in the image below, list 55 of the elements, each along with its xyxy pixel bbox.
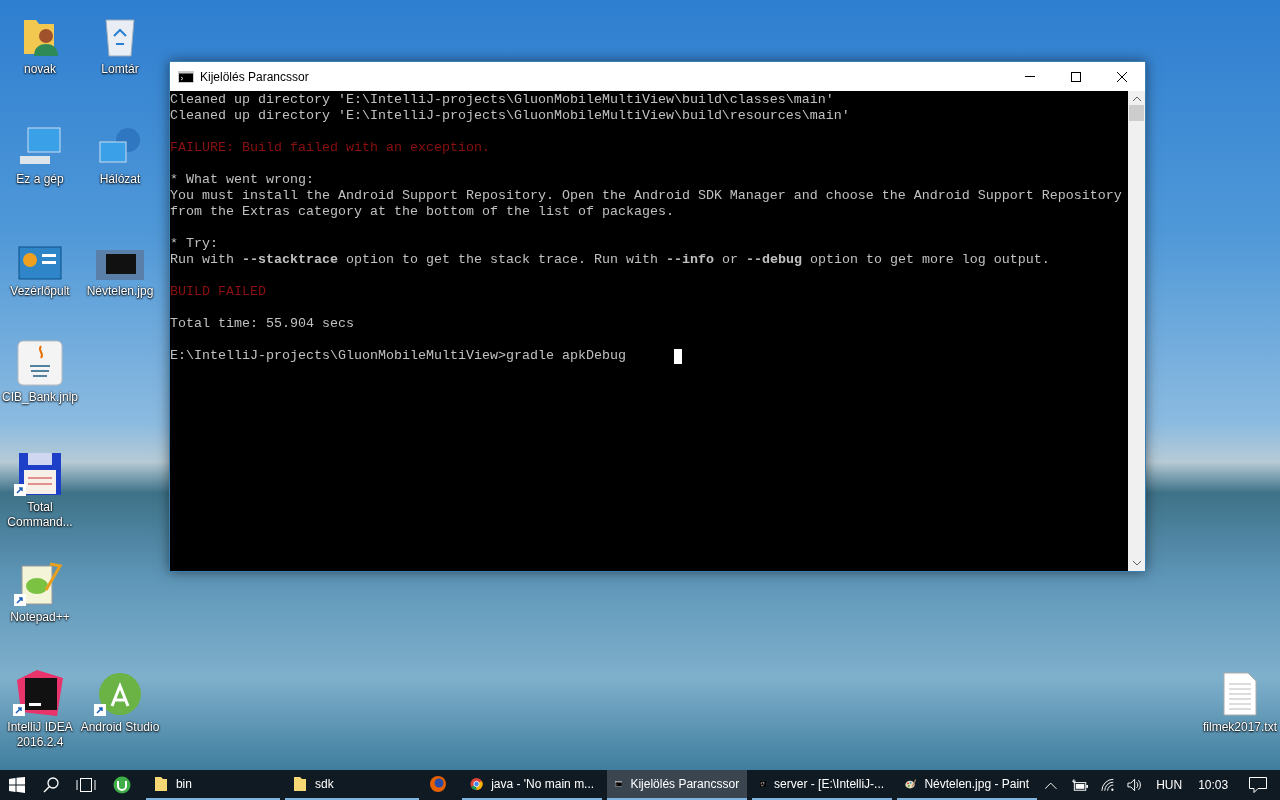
- console-line: Cleaned up directory 'E:\IntelliJ-projects\GluonMobileMultiView\build\classes\main': [170, 92, 834, 108]
- folder-icon: [293, 776, 307, 792]
- clock[interactable]: 10:03: [1198, 776, 1229, 794]
- console-icon: [615, 778, 623, 790]
- console-icon: [178, 70, 194, 83]
- minimize-icon: [1025, 76, 1035, 77]
- window-title: Kijelölés Parancssor: [200, 68, 309, 86]
- shortcut-arrow-icon: [14, 484, 26, 496]
- shortcut-arrow-icon: [13, 704, 25, 716]
- taskbar-button[interactable]: Névtelen.jpg - Paint: [897, 770, 1038, 800]
- console-line: Run with --stacktrace option to get the stack trace. Run with --info or --debug option to get more log output.: [170, 252, 1050, 268]
- taskbar-button[interactable]: bin: [145, 770, 280, 800]
- console-line: * Try:: [170, 236, 218, 252]
- console-line: from the Extras category at the bottom of the list of packages.: [170, 204, 674, 220]
- desktop-icon-label[interactable]: CIB_Bank.jnlp: [0, 390, 82, 405]
- language-indicator[interactable]: HUN: [1156, 776, 1183, 794]
- maximize-icon: [1071, 71, 1081, 82]
- scrollbar-thumb[interactable]: [1129, 105, 1144, 121]
- chevron-up-icon[interactable]: [1045, 781, 1057, 789]
- firefox-icon: [429, 775, 448, 793]
- taskbar-button[interactable]: java - 'No main m...: [462, 770, 603, 800]
- folder-icon: [153, 776, 168, 792]
- text-cursor: [673, 348, 682, 364]
- taskbar-button[interactable]: Kijelölés Parancssor: [607, 770, 748, 800]
- desktop-icon-label[interactable]: Notepad++: [0, 610, 82, 625]
- console-line: Total time: 55.904 secs: [170, 316, 354, 332]
- battery-icon[interactable]: [1070, 779, 1088, 791]
- command-prompt-line[interactable]: E:\IntelliJ-projects\GluonMobileMultiView>gradle apkDebug: [170, 348, 626, 364]
- console-line: * What went wrong:: [170, 172, 314, 188]
- image-thumbnail-icon: [96, 250, 144, 280]
- console-line: You must install the Android Support Repository. Open the Android SDK Manager and choose the Android Support Repository: [170, 188, 1122, 204]
- chrome-icon: [470, 776, 484, 792]
- volume-icon[interactable]: [1126, 778, 1143, 792]
- taskbar-button[interactable]: server - [E:\IntelliJ-...: [752, 770, 893, 800]
- close-icon: [1117, 71, 1127, 82]
- text-file-icon: [1223, 672, 1257, 716]
- desktop-icon-label[interactable]: filmek2017.txt: [1198, 720, 1280, 735]
- scrollbar[interactable]: [1128, 91, 1145, 571]
- control-panel-icon: [18, 246, 62, 280]
- shortcut-arrow-icon: [14, 594, 26, 606]
- task-view-icon: [75, 778, 96, 792]
- shortcut-arrow-icon: [94, 704, 106, 716]
- console-line: Cleaned up directory 'E:\IntelliJ-projects\GluonMobileMultiView\build\resources\main': [170, 108, 850, 124]
- speech-bubble-icon: [1249, 777, 1268, 793]
- error-line: FAILURE: Build failed with an exception.: [170, 140, 490, 156]
- wifi-icon[interactable]: [1099, 778, 1115, 792]
- error-line: BUILD FAILED: [170, 284, 266, 300]
- taskbar-button[interactable]: sdk: [285, 770, 420, 800]
- desktop-icon-label[interactable]: Total Command...: [0, 500, 82, 530]
- torrent-icon: [112, 776, 131, 794]
- java-icon: [17, 340, 63, 386]
- android-studio-icon: [98, 672, 142, 716]
- notepad-icon: [18, 560, 62, 606]
- search-icon: [43, 777, 60, 793]
- windows-logo-icon: [9, 777, 26, 793]
